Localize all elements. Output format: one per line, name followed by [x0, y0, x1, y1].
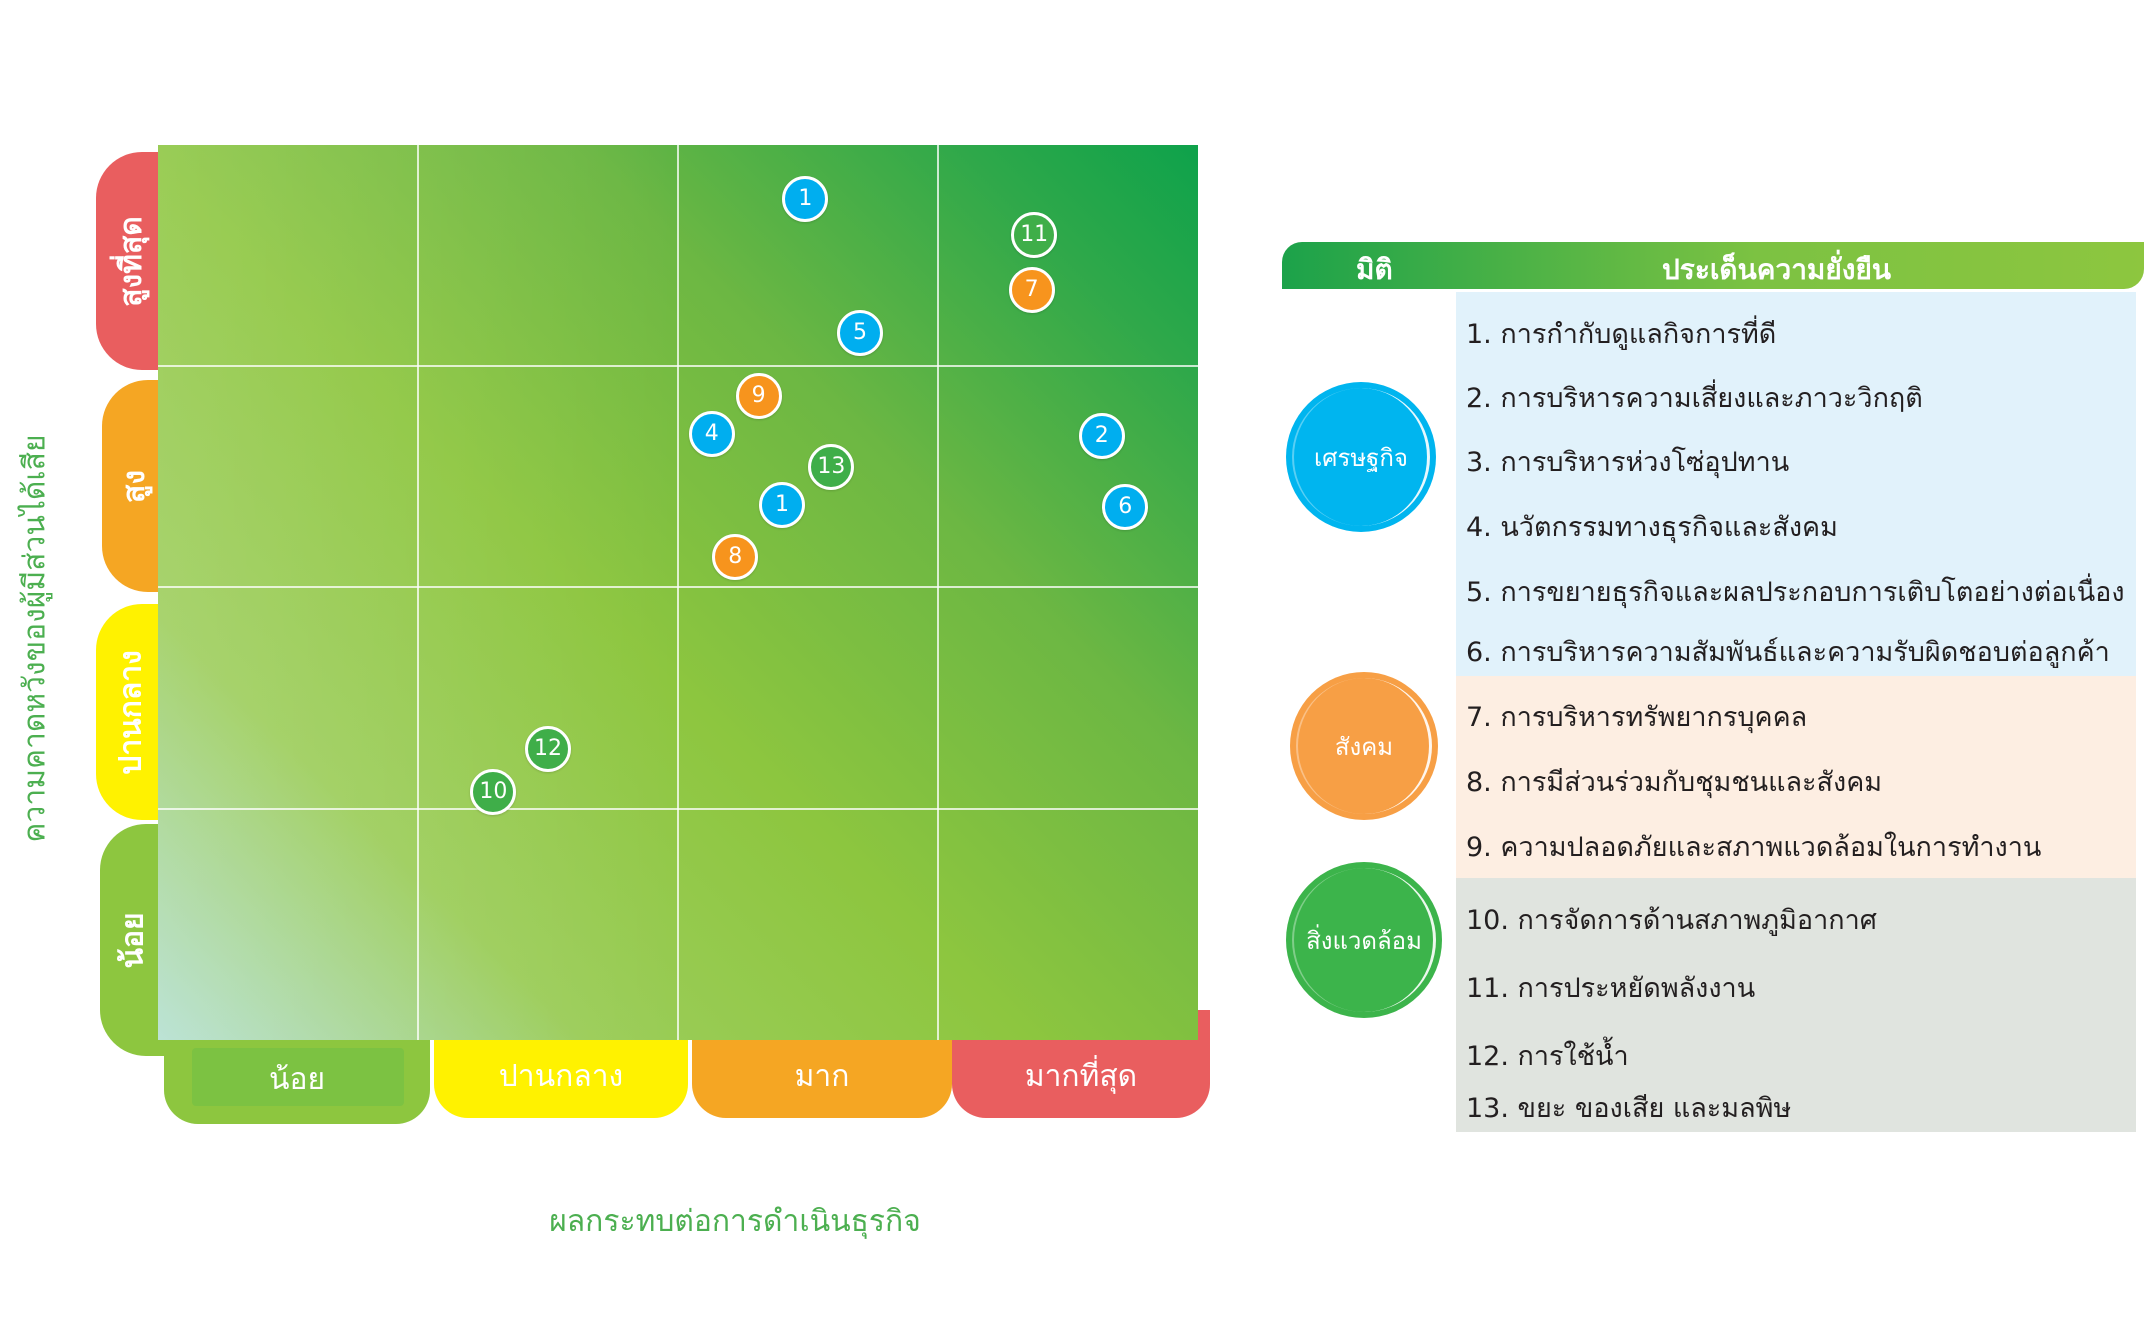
issue-item: 7. การบริหารทรัพยากรบุคคล: [1466, 702, 1808, 733]
materiality-matrix: 1 5 11 7 9 4 13 1 8 2 6 12 10: [158, 145, 1198, 1040]
issue-item: 6. การบริหารความสัมพันธ์และความรับผิดชอบ…: [1466, 637, 2110, 668]
x-level-high-label: มาก: [794, 1059, 850, 1094]
bubble-layer: 1 5 11 7 9 4 13 1 8 2 6 12 10: [158, 145, 1198, 1040]
issue-item: 11. การประหยัดพลังงาน: [1466, 973, 1756, 1004]
y-level-medium-label: ปานกลาง: [113, 649, 149, 775]
bubble-issue-5: 5: [837, 309, 883, 356]
header-dimension-label: มิติ: [1356, 253, 1393, 286]
bubble-issue-13: 13: [808, 444, 855, 491]
x-level-low-label: น้อย: [268, 1062, 326, 1097]
dimension-label-social: สังคม: [1334, 732, 1394, 761]
issue-item: 3. การบริหารห่วงโซ่อุปทาน: [1466, 447, 1790, 478]
y-level-medium: ปานกลาง: [96, 604, 166, 820]
bubble-issue-4: 4: [688, 410, 735, 457]
y-level-high-label: สูง: [116, 469, 152, 503]
bubble-issue-7: 7: [1008, 267, 1055, 314]
x-axis-title: ผลกระทบต่อการดำเนินธุรกิจ: [549, 1204, 921, 1239]
issue-item: 12. การใช้น้ำ: [1466, 1041, 1629, 1072]
dimension-circle-social: สังคม: [1290, 672, 1438, 820]
issue-item: 2. การบริหารความเสี่ยงและภาวะวิกฤติ: [1466, 383, 1923, 414]
issue-item: 13. ขยะ ของเสีย และมลพิษ: [1466, 1093, 1792, 1124]
dimension-label-environment: สิ่งแวดล้อม: [1306, 926, 1422, 955]
bubble-issue-1: 1: [782, 175, 829, 222]
x-level-high: มาก: [692, 1036, 952, 1118]
bubble-issue-8: 8: [712, 533, 759, 580]
bubble-issue-2: 2: [1078, 412, 1125, 459]
bubble-issue-12: 12: [525, 726, 571, 773]
y-axis-title: ความคาดหวังของผู้มีส่วนได้เสีย: [17, 434, 53, 843]
dimension-circle-economic: เศรษฐกิจ: [1286, 382, 1436, 532]
y-level-highest-label: สูงที่สุด: [113, 215, 149, 307]
y-level-low-label: น้อย: [115, 911, 151, 969]
issue-item: 5. การขยายธุรกิจและผลประกอบการเติบโตอย่า…: [1466, 577, 2125, 608]
issue-item: 1. การกำกับดูแลกิจการที่ดี: [1466, 319, 1777, 350]
dimension-circle-environment: สิ่งแวดล้อม: [1286, 862, 1442, 1018]
x-level-highest-label: มากที่สุด: [1024, 1059, 1138, 1094]
x-level-medium: ปานกลาง: [434, 1036, 688, 1118]
bubble-issue-10: 10: [470, 768, 517, 815]
dimension-label-economic: เศรษฐกิจ: [1314, 443, 1408, 472]
panel-header: มิติ ประเด็นความยั่งยืน: [1282, 242, 2144, 289]
x-level-low: น้อย: [164, 1036, 430, 1124]
bubble-issue-9: 9: [735, 372, 782, 419]
issue-item: 9. ความปลอดภัยและสภาพแวดล้อมในการทำงาน: [1466, 832, 2042, 863]
issue-item: 4. นวัตกรรมทางธุรกิจและสังคม: [1466, 512, 1838, 543]
y-level-low: น้อย: [100, 824, 166, 1056]
bubble-issue-11: 11: [1011, 211, 1058, 258]
x-level-medium-label: ปานกลาง: [498, 1059, 624, 1094]
y-level-highest: สูงที่สุด: [96, 152, 166, 370]
bubble-issue-6: 6: [1102, 484, 1149, 531]
issue-item: 8. การมีส่วนร่วมกับชุมชนและสังคม: [1466, 767, 1883, 798]
bubble-issue-1: 1: [759, 482, 805, 529]
y-level-high: สูง: [102, 380, 166, 592]
issue-item: 10. การจัดการด้านสภาพภูมิอากาศ: [1466, 905, 1877, 936]
header-issues-label: ประเด็นความยั่งยืน: [1662, 253, 1892, 286]
